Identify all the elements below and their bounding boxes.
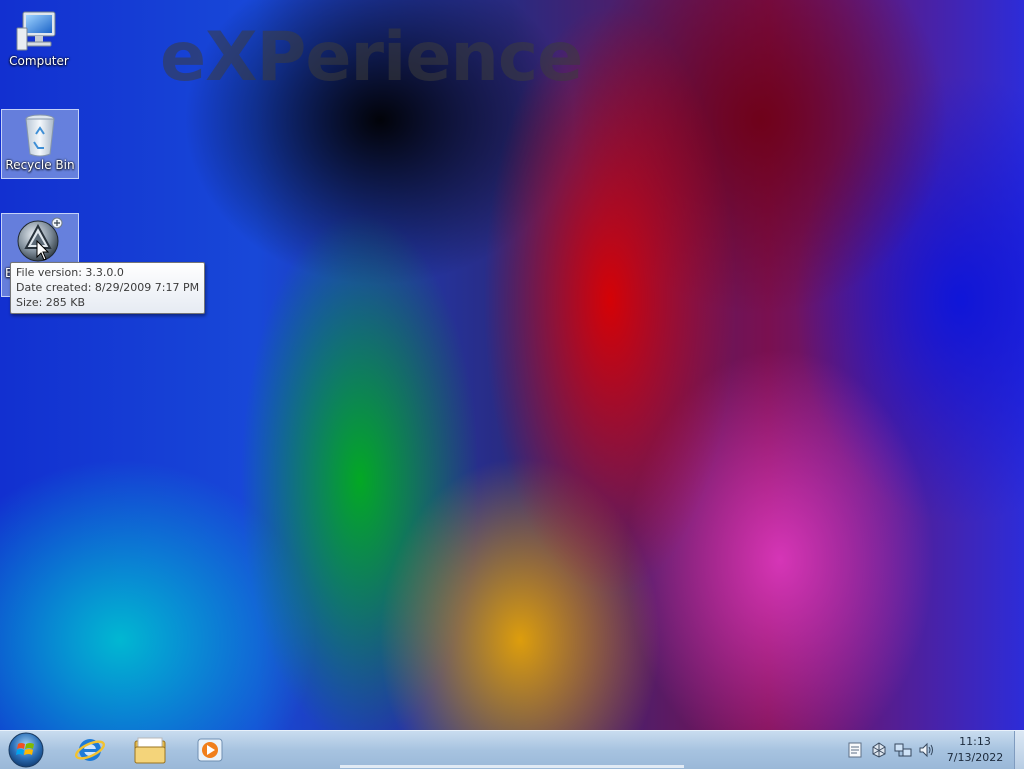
desktop-icon-recycle-bin[interactable]: Recycle Bin bbox=[1, 109, 79, 179]
action-center-icon[interactable] bbox=[846, 741, 864, 759]
tooltip-file-version: File version: 3.3.0.0 bbox=[16, 266, 124, 279]
windows-explorer-icon bbox=[134, 737, 166, 764]
desktop-icon-computer[interactable]: Computer bbox=[1, 6, 77, 74]
show-desktop-button[interactable] bbox=[1014, 731, 1024, 769]
tooltip-date-created: Date created: 8/29/2009 7:17 PM bbox=[16, 281, 200, 294]
mouse-cursor-icon bbox=[36, 240, 50, 261]
computer-icon bbox=[16, 11, 56, 51]
network-share-icon[interactable] bbox=[870, 741, 888, 759]
start-button[interactable] bbox=[6, 731, 46, 769]
taskbar-media-player[interactable] bbox=[184, 733, 236, 767]
desktop-icon-label: Computer bbox=[9, 54, 69, 68]
windows-orb-icon bbox=[8, 732, 44, 768]
volume-icon[interactable] bbox=[918, 741, 936, 759]
internet-explorer-icon bbox=[74, 739, 106, 761]
clock-date: 7/13/2022 bbox=[946, 751, 1004, 764]
network-icon[interactable] bbox=[894, 741, 912, 759]
file-info-tooltip: File version: 3.3.0.0 Date created: 8/29… bbox=[10, 262, 206, 314]
taskbar: 11:13 7/13/2022 bbox=[0, 730, 1024, 769]
taskbar-windows-explorer[interactable] bbox=[124, 733, 176, 767]
desktop[interactable]: eXPerience Computer Recycle Bin E File v… bbox=[0, 0, 1024, 730]
desktop-icon-label: Recycle Bin bbox=[5, 158, 75, 172]
recycle-bin-icon bbox=[25, 114, 55, 157]
wallpaper-watermark: eXPerience bbox=[160, 18, 583, 97]
taskbar-clock[interactable]: 11:13 7/13/2022 bbox=[942, 734, 1008, 766]
taskbar-internet-explorer[interactable] bbox=[64, 733, 116, 767]
media-player-icon bbox=[197, 738, 223, 762]
tooltip-size: Size: 285 KB bbox=[16, 296, 86, 309]
clock-time: 11:13 bbox=[959, 735, 991, 748]
